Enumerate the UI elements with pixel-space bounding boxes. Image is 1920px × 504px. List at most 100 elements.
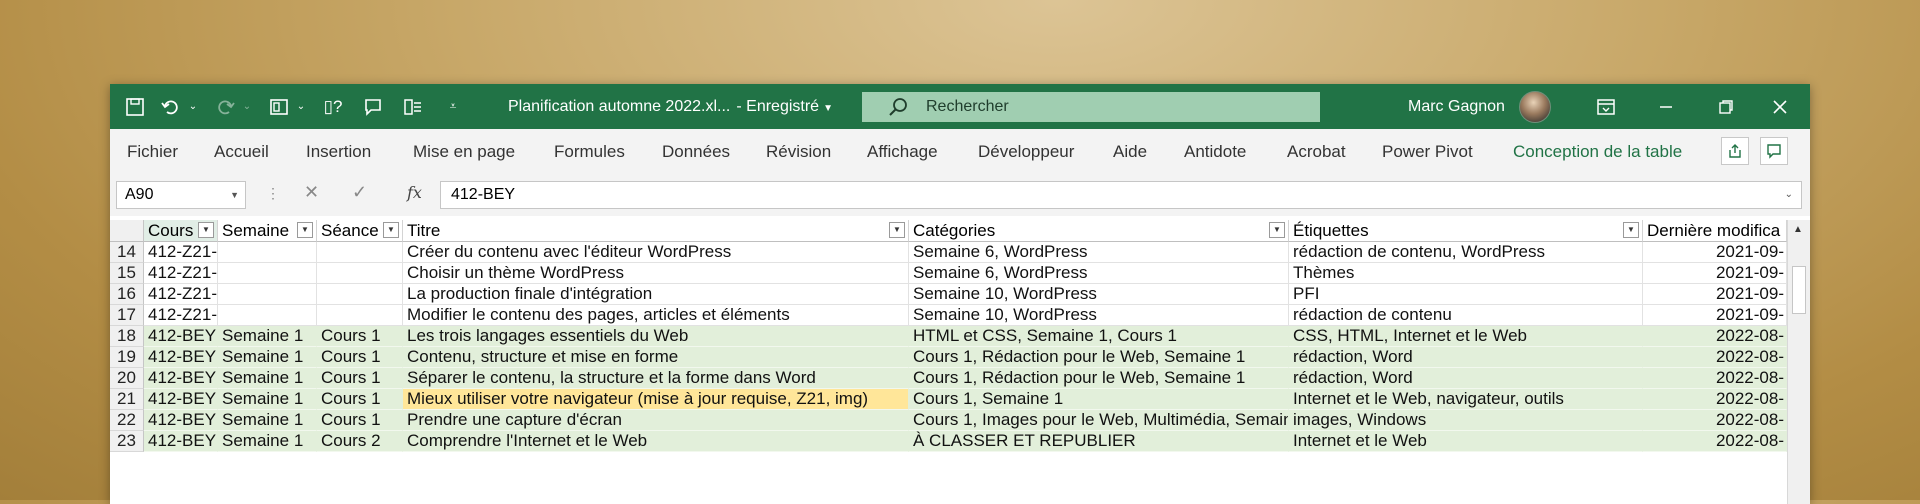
cell-seance[interactable]: Cours 1: [317, 347, 403, 368]
cell-titre[interactable]: Mieux utiliser votre navigateur (mise à …: [403, 389, 909, 410]
tab-affichage[interactable]: Affichage: [867, 142, 938, 162]
tab-insertion[interactable]: Insertion: [306, 142, 371, 162]
cell-categories[interactable]: Cours 1, Semaine 1: [909, 389, 1289, 410]
cell-titre[interactable]: Choisir un thème WordPress: [403, 263, 909, 284]
cell-seance[interactable]: [317, 305, 403, 326]
cell-semaine[interactable]: Semaine 1: [218, 431, 317, 452]
row-number[interactable]: 15: [110, 263, 144, 284]
cell-derniere-modification[interactable]: 2022-08-: [1643, 389, 1787, 410]
cell-etiquettes[interactable]: images, Windows: [1289, 410, 1643, 431]
row-number[interactable]: 18: [110, 326, 144, 347]
select-all-corner[interactable]: [110, 220, 144, 242]
cell-derniere-modification[interactable]: 2021-09-: [1643, 305, 1787, 326]
cell-derniere-modification[interactable]: 2022-08-: [1643, 410, 1787, 431]
cell-categories[interactable]: Cours 1, Images pour le Web, Multimédia,…: [909, 410, 1289, 431]
cell-etiquettes[interactable]: Internet et le Web, navigateur, outils: [1289, 389, 1643, 410]
cell-cours[interactable]: 412-BEY: [144, 326, 218, 347]
name-box[interactable]: A90 ▼: [116, 181, 246, 209]
cell-titre[interactable]: La production finale d'intégration: [403, 284, 909, 305]
cell-semaine[interactable]: [218, 263, 317, 284]
cell-semaine[interactable]: Semaine 1: [218, 347, 317, 368]
cell-categories[interactable]: HTML et CSS, Semaine 1, Cours 1: [909, 326, 1289, 347]
cell-semaine[interactable]: Semaine 1: [218, 389, 317, 410]
cell-titre[interactable]: Prendre une capture d'écran: [403, 410, 909, 431]
column-header-cours[interactable]: Cours ▼: [144, 220, 218, 242]
tab-aide[interactable]: Aide: [1113, 142, 1147, 162]
minimize-icon[interactable]: [1636, 84, 1696, 129]
cell-derniere-modification[interactable]: 2021-09-: [1643, 242, 1787, 263]
filter-dropdown-icon[interactable]: ▼: [297, 222, 313, 238]
more-options-icon[interactable]: ⋮: [266, 185, 280, 202]
filter-dropdown-icon[interactable]: ▼: [383, 222, 399, 238]
cell-semaine[interactable]: [218, 305, 317, 326]
vertical-scrollbar[interactable]: ▲: [1787, 220, 1810, 504]
help-icon[interactable]: ▯?: [318, 92, 348, 122]
file-name[interactable]: Planification automne 2022.xl...: [508, 98, 730, 116]
cell-seance[interactable]: Cours 1: [317, 410, 403, 431]
cell-seance[interactable]: [317, 284, 403, 305]
cell-categories[interactable]: Semaine 6, WordPress: [909, 263, 1289, 284]
cell-cours[interactable]: 412-BEY: [144, 347, 218, 368]
cell-etiquettes[interactable]: rédaction, Word: [1289, 368, 1643, 389]
row-number[interactable]: 17: [110, 305, 144, 326]
cell-cours[interactable]: 412-BEY: [144, 410, 218, 431]
chevron-down-icon[interactable]: ⌄: [1785, 182, 1793, 208]
cell-titre[interactable]: Les trois langages essentiels du Web: [403, 326, 909, 347]
cell-etiquettes[interactable]: Thèmes: [1289, 263, 1643, 284]
cell-etiquettes[interactable]: rédaction, Word: [1289, 347, 1643, 368]
cell-cours[interactable]: 412-BEY: [144, 431, 218, 452]
row-number[interactable]: 16: [110, 284, 144, 305]
cell-etiquettes[interactable]: CSS, HTML, Internet et le Web: [1289, 326, 1643, 347]
cell-categories[interactable]: Semaine 10, WordPress: [909, 284, 1289, 305]
comments-icon[interactable]: [1760, 137, 1788, 165]
form-icon[interactable]: [264, 92, 294, 122]
cell-derniere-modification[interactable]: 2022-08-: [1643, 347, 1787, 368]
cell-semaine[interactable]: Semaine 1: [218, 368, 317, 389]
cell-seance[interactable]: [317, 263, 403, 284]
filter-dropdown-icon[interactable]: ▼: [889, 222, 905, 238]
column-header-seance[interactable]: Séance ▼: [317, 220, 403, 242]
cell-cours[interactable]: 412-Z21-A21: [144, 242, 218, 263]
tab-antidote[interactable]: Antidote: [1184, 142, 1246, 162]
cell-semaine[interactable]: [218, 242, 317, 263]
restore-icon[interactable]: [1696, 84, 1756, 129]
cell-seance[interactable]: [317, 242, 403, 263]
enter-icon[interactable]: ✓: [352, 182, 367, 203]
cell-categories[interactable]: Semaine 10, WordPress: [909, 305, 1289, 326]
filter-dropdown-icon[interactable]: ▼: [1623, 222, 1639, 238]
tab-revision[interactable]: Révision: [766, 142, 831, 162]
avatar[interactable]: [1518, 90, 1551, 123]
tab-power-pivot[interactable]: Power Pivot: [1382, 142, 1473, 162]
cell-etiquettes[interactable]: Internet et le Web: [1289, 431, 1643, 452]
tab-mise-en-page[interactable]: Mise en page: [413, 142, 515, 162]
column-header-derniere-modification[interactable]: Dernière modifica: [1643, 220, 1787, 242]
scrollbar-thumb[interactable]: [1792, 266, 1806, 314]
cell-titre[interactable]: Modifier le contenu des pages, articles …: [403, 305, 909, 326]
row-number[interactable]: 23: [110, 431, 144, 452]
cell-semaine[interactable]: Semaine 1: [218, 410, 317, 431]
save-status[interactable]: - Enregistré ▼: [736, 98, 833, 116]
cell-titre[interactable]: Contenu, structure et mise en forme: [403, 347, 909, 368]
row-number[interactable]: 19: [110, 347, 144, 368]
formula-input[interactable]: 412-BEY ⌄: [440, 181, 1802, 209]
cell-seance[interactable]: Cours 1: [317, 326, 403, 347]
user-account[interactable]: Marc Gagnon: [1408, 84, 1551, 129]
column-header-titre[interactable]: Titre ▼: [403, 220, 909, 242]
cell-seance[interactable]: Cours 1: [317, 389, 403, 410]
cell-semaine[interactable]: Semaine 1: [218, 326, 317, 347]
cell-derniere-modification[interactable]: 2021-09-: [1643, 263, 1787, 284]
tab-conception-de-la-table[interactable]: Conception de la table: [1513, 142, 1682, 162]
cell-categories[interactable]: À CLASSER ET REPUBLIER: [909, 431, 1289, 452]
autosave-icon[interactable]: [120, 92, 150, 122]
row-number[interactable]: 14: [110, 242, 144, 263]
chevron-down-icon[interactable]: ⌄: [186, 92, 200, 122]
customize-qat-icon[interactable]: ⩡: [438, 92, 468, 122]
chevron-down-icon[interactable]: ▼: [230, 182, 239, 208]
cell-cours[interactable]: 412-Z21-A21: [144, 305, 218, 326]
scroll-up-icon[interactable]: ▲: [1793, 224, 1803, 235]
cell-seance[interactable]: Cours 2: [317, 431, 403, 452]
cell-cours[interactable]: 412-BEY: [144, 389, 218, 410]
cell-cours[interactable]: 412-BEY: [144, 368, 218, 389]
tab-donnees[interactable]: Données: [662, 142, 730, 162]
cell-semaine[interactable]: [218, 284, 317, 305]
